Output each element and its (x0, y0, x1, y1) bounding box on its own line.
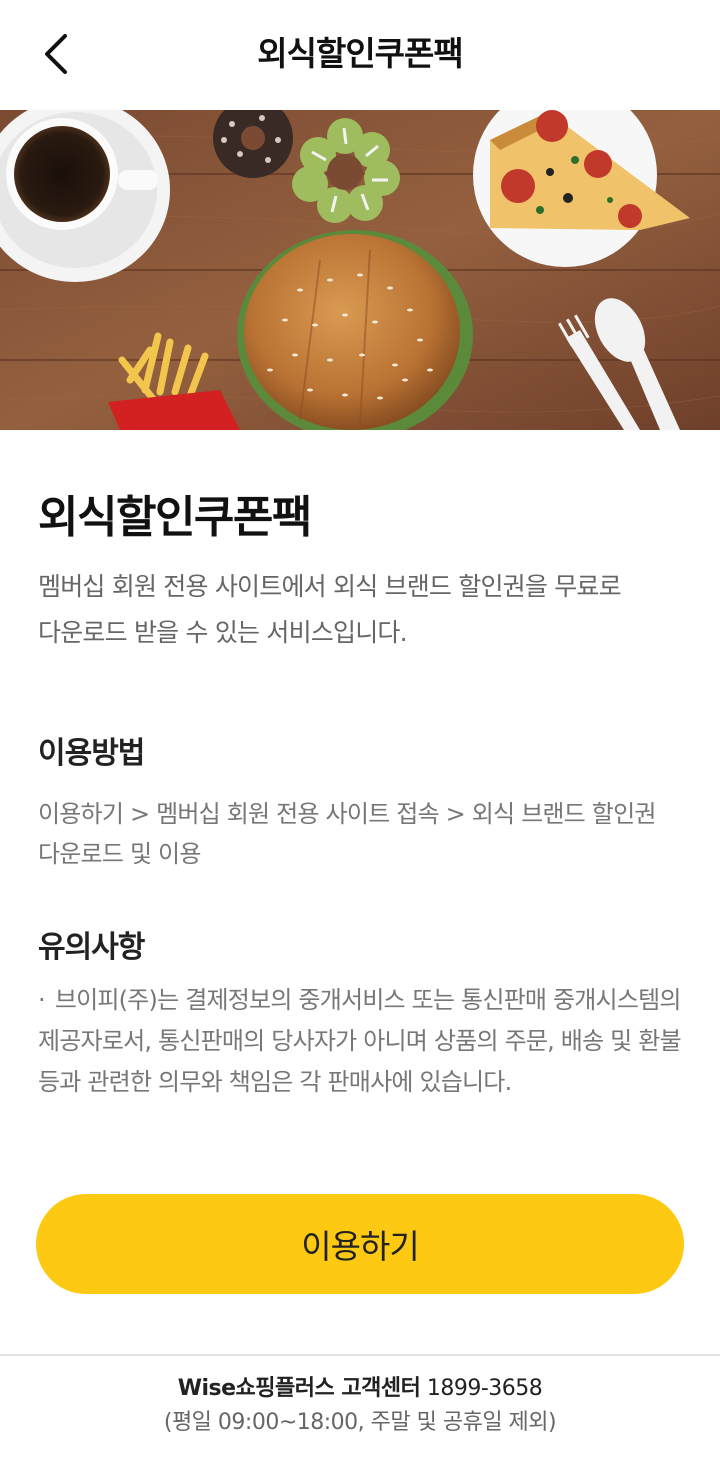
customer-center-line: Wise쇼핑플러스 고객센터 1899-3658 (0, 1372, 720, 1406)
page-title: 외식할인쿠폰팩 (38, 492, 312, 543)
use-service-button[interactable]: 이용하기 (36, 1194, 684, 1294)
app-header: 외식할인쿠폰팩 (0, 0, 720, 110)
notice-text: 브이피(주)는 결제정보의 중개서비스 또는 통신판매 중개시스템의 제공자로서… (38, 986, 682, 1096)
notice-section-title: 유의사항 (38, 930, 145, 965)
usage-section-title: 이용방법 (38, 736, 145, 771)
notice-section-text: · 브이피(주)는 결제정보의 중개서비스 또는 통신판매 중개시스템의 제공자로… (38, 980, 682, 1103)
footer: Wise쇼핑플러스 고객센터 1899-3658 (평일 09:00~18:00… (0, 1372, 720, 1440)
usage-section-text: 이용하기 > 멤버십 회원 전용 사이트 접속 > 외식 브랜드 할인권 다운로… (38, 800, 656, 868)
hero-banner-image (0, 110, 720, 430)
footer-divider (0, 1354, 720, 1356)
customer-center-hours: (평일 09:00~18:00, 주말 및 공휴일 제외) (163, 1410, 557, 1435)
bullet-icon: · (38, 986, 46, 1014)
content-area: 외식할인쿠폰팩 멤버십 회원 전용 사이트에서 외식 브랜드 할인권을 무료로 … (38, 430, 682, 1103)
customer-center-label: Wise쇼핑플러스 고객센터 (177, 1376, 421, 1401)
service-description: 멤버십 회원 전용 사이트에서 외식 브랜드 할인권을 무료로 다운로드 받을 … (38, 572, 622, 647)
header-title: 외식할인쿠폰팩 (257, 34, 464, 73)
customer-center-phone[interactable]: 1899-3658 (427, 1376, 543, 1401)
